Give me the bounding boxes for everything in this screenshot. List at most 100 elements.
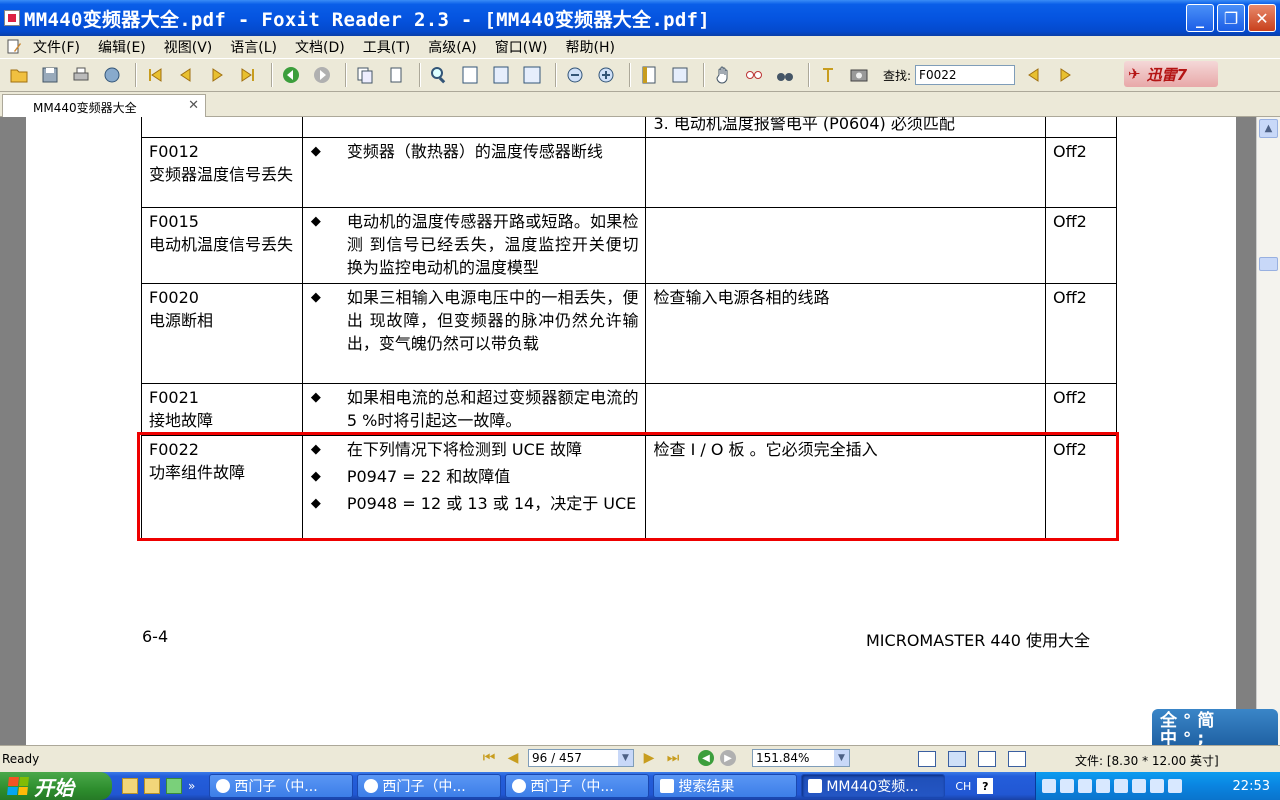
hand-tool-icon[interactable] bbox=[710, 62, 736, 88]
menu-view[interactable]: 视图(V) bbox=[155, 37, 222, 57]
tray-app-icon[interactable] bbox=[1078, 779, 1092, 793]
tray-volume-icon[interactable] bbox=[1132, 779, 1146, 793]
fault-cause-cell: ◆ 变频器（散热器）的温度传感器断线 bbox=[301, 137, 647, 208]
continuous-page-icon[interactable] bbox=[948, 751, 966, 767]
browser-icon[interactable] bbox=[166, 778, 182, 794]
xunlei-button[interactable]: ✈ 迅雷7 bbox=[1124, 61, 1218, 87]
menu-language[interactable]: 语言(L) bbox=[221, 37, 286, 57]
actual-size-icon[interactable] bbox=[457, 62, 483, 88]
print-icon[interactable] bbox=[68, 62, 94, 88]
last-page-icon[interactable] bbox=[235, 62, 261, 88]
table-row: 3. 电动机温度报警电平 (P0604) 必须匹配 bbox=[141, 117, 1117, 138]
zoom-level-field[interactable]: 151.84% ▼ bbox=[752, 749, 850, 767]
document-menu-icon[interactable] bbox=[4, 39, 24, 55]
facing-page-icon[interactable] bbox=[978, 751, 996, 767]
full-screen-icon[interactable] bbox=[667, 62, 693, 88]
find-input[interactable] bbox=[915, 65, 1016, 85]
find-previous-icon[interactable] bbox=[1021, 62, 1047, 88]
scroll-up-icon[interactable]: ▲ bbox=[1259, 119, 1278, 138]
tray-app-icon[interactable] bbox=[1150, 779, 1164, 793]
copy-page-icon[interactable] bbox=[352, 62, 378, 88]
language-indicator: CH bbox=[955, 779, 972, 793]
status-forward-icon[interactable]: ▶ bbox=[720, 750, 736, 766]
status-last-page-icon[interactable]: ⏭ bbox=[664, 749, 682, 767]
vertical-scrollbar[interactable]: ▲ bbox=[1256, 117, 1280, 745]
bookmark-panel-icon[interactable] bbox=[636, 62, 662, 88]
folder-icon[interactable] bbox=[122, 778, 138, 794]
fault-code: F0021 bbox=[149, 388, 199, 407]
chevron-down-icon[interactable]: ▼ bbox=[834, 750, 849, 766]
fault-name: 接地故障 bbox=[149, 411, 214, 430]
taskbar-item-active[interactable]: MM440变频... bbox=[801, 774, 946, 798]
menu-bar: 文件(F) 编辑(E) 视图(V) 语言(L) 文档(D) 工具(T) 高级(A… bbox=[0, 36, 1280, 58]
chevron-down-icon[interactable]: ▼ bbox=[618, 750, 633, 766]
status-text: Ready bbox=[2, 752, 40, 766]
continuous-facing-icon[interactable] bbox=[1008, 751, 1026, 767]
glasses-tool-icon[interactable] bbox=[741, 62, 767, 88]
scroll-thumb[interactable] bbox=[1259, 257, 1278, 271]
fit-page-icon[interactable] bbox=[488, 62, 514, 88]
taskbar-item[interactable]: 西门子（中... bbox=[505, 774, 650, 798]
status-first-page-icon[interactable]: ⏮ bbox=[480, 749, 498, 767]
quick-launch-more[interactable]: » bbox=[188, 779, 195, 793]
page-layout-switcher bbox=[918, 751, 1026, 767]
rotate-page-icon[interactable] bbox=[383, 62, 409, 88]
taskbar-item[interactable]: 搜索结果 bbox=[653, 774, 798, 798]
menu-document[interactable]: 文档(D) bbox=[286, 37, 354, 57]
status-back-icon[interactable]: ◀ bbox=[698, 750, 714, 766]
document-viewport[interactable]: 3. 电动机温度报警电平 (P0604) 必须匹配 F0012 变频器温度信号丢… bbox=[0, 117, 1256, 745]
save-icon[interactable] bbox=[37, 62, 63, 88]
taskbar-item[interactable]: 西门子（中... bbox=[209, 774, 354, 798]
first-page-icon[interactable] bbox=[142, 62, 168, 88]
zoom-in-tool-icon[interactable] bbox=[426, 62, 452, 88]
menu-advanced[interactable]: 高级(A) bbox=[419, 37, 486, 57]
pdf-app-icon[interactable] bbox=[4, 10, 20, 26]
back-icon[interactable] bbox=[278, 62, 304, 88]
document-tab-bar: MM440变频器大全 ✕ bbox=[0, 92, 1280, 117]
page-number-field[interactable]: 96 / 457 ▼ bbox=[528, 749, 634, 767]
maximize-button[interactable]: ❐ bbox=[1217, 4, 1245, 32]
tray-security-icon[interactable] bbox=[1096, 779, 1110, 793]
tray-app-icon[interactable] bbox=[1168, 779, 1182, 793]
menu-window[interactable]: 窗口(W) bbox=[486, 37, 557, 57]
snapshot-icon[interactable] bbox=[846, 62, 872, 88]
menu-file[interactable]: 文件(F) bbox=[24, 37, 89, 57]
fit-width-icon[interactable] bbox=[519, 62, 545, 88]
previous-page-icon[interactable] bbox=[173, 62, 199, 88]
tray-app-icon[interactable] bbox=[1114, 779, 1128, 793]
menu-help[interactable]: 帮助(H) bbox=[557, 37, 624, 57]
find-next-icon[interactable] bbox=[1052, 62, 1078, 88]
status-previous-page-icon[interactable]: ◀ bbox=[504, 749, 522, 767]
single-page-icon[interactable] bbox=[918, 751, 936, 767]
document-tab[interactable]: MM440变频器大全 ✕ bbox=[2, 94, 206, 117]
tray-app-icon[interactable] bbox=[1060, 779, 1074, 793]
table-row: F0020 电源断相 ◆ 如果三相输入电源电压中的一相丢失，便出 现故障，但变频器… bbox=[141, 283, 1117, 384]
language-bar[interactable]: CH ? bbox=[955, 778, 994, 794]
table-row: F0021 接地故障 ◆ 如果相电流的总和超过变频器额定电流的 5 %时将引起这一… bbox=[141, 383, 1117, 436]
zoom-out-icon[interactable] bbox=[562, 62, 588, 88]
help-icon[interactable]: ? bbox=[977, 778, 994, 794]
fault-code: F0015 bbox=[149, 212, 199, 231]
folder-icon[interactable] bbox=[144, 778, 160, 794]
tray-network-icon[interactable] bbox=[1042, 779, 1056, 793]
next-page-icon[interactable] bbox=[204, 62, 230, 88]
open-folder-icon[interactable] bbox=[6, 62, 32, 88]
email-icon[interactable] bbox=[99, 62, 125, 88]
fault-cause-cell: ◆ 如果三相输入电源电压中的一相丢失，便出 现故障，但变频器的脉冲仍然允许输出，变… bbox=[301, 283, 647, 384]
binoculars-icon[interactable] bbox=[772, 62, 798, 88]
tab-close-icon[interactable]: ✕ bbox=[188, 98, 199, 113]
forward-icon[interactable] bbox=[309, 62, 335, 88]
menu-tools[interactable]: 工具(T) bbox=[354, 37, 419, 57]
zoom-in-icon[interactable] bbox=[593, 62, 619, 88]
menu-edit[interactable]: 编辑(E) bbox=[89, 37, 155, 57]
minimize-button[interactable]: _ bbox=[1186, 4, 1214, 32]
close-button[interactable]: ✕ bbox=[1248, 4, 1276, 32]
bullet-icon: ◆ bbox=[310, 442, 321, 457]
start-button[interactable]: 开始 bbox=[0, 772, 112, 800]
text-select-icon[interactable] bbox=[815, 62, 841, 88]
fault-name: 电源断相 bbox=[149, 311, 214, 330]
status-next-page-icon[interactable]: ▶ bbox=[640, 749, 658, 767]
fault-code: F0020 bbox=[149, 288, 199, 307]
taskbar-item[interactable]: 西门子（中... bbox=[357, 774, 502, 798]
window-controls: _ ❐ ✕ bbox=[1186, 4, 1276, 32]
